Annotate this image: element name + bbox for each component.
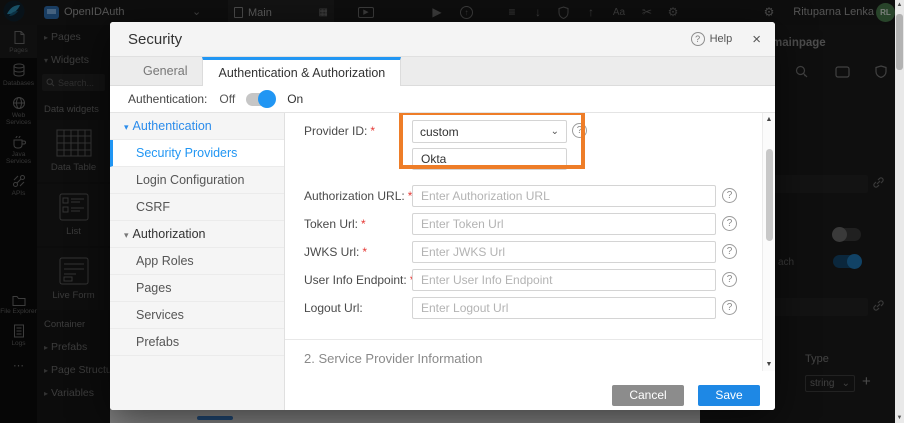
- nav-item-login-configuration[interactable]: Login Configuration: [110, 167, 284, 194]
- user-info-endpoint-input[interactable]: [412, 269, 716, 291]
- provider-form: Provider ID:* custom ⌄ ? Authorization U…: [285, 113, 775, 410]
- nav-group-authorization[interactable]: ▾Authorization: [110, 221, 284, 248]
- logout-url-label: Logout Url:: [304, 301, 366, 315]
- toggle-off-label: Off: [219, 92, 235, 106]
- authorization-url-help-icon[interactable]: ?: [722, 188, 737, 203]
- form-scrollbar[interactable]: ▲ ▼: [762, 113, 775, 371]
- scrollbar-thumb[interactable]: [766, 149, 773, 241]
- logout-url-input[interactable]: [412, 297, 716, 319]
- provider-id-select[interactable]: custom ⌄: [412, 120, 567, 143]
- dialog-header: Security ? Help ×: [110, 22, 775, 57]
- help-question-icon: ?: [691, 32, 705, 46]
- user-info-endpoint-label: User Info Endpoint:*: [304, 273, 414, 287]
- token-url-input[interactable]: [412, 213, 716, 235]
- jwks-url-help-icon[interactable]: ?: [722, 244, 737, 259]
- authentication-toggle-row: Authentication: Off On: [110, 86, 775, 112]
- tab-general[interactable]: General: [128, 57, 202, 85]
- token-url-label: Token Url:*: [304, 217, 366, 231]
- jwks-url-input[interactable]: [412, 241, 716, 263]
- security-dialog: Security ? Help × General Authentication…: [110, 22, 775, 410]
- service-provider-section-header: 2. Service Provider Information: [304, 351, 482, 366]
- help-button[interactable]: ? Help: [691, 32, 733, 46]
- scroll-up-icon[interactable]: ▲: [763, 116, 775, 123]
- cancel-button[interactable]: Cancel: [612, 385, 684, 406]
- scrollbar-thumb[interactable]: [896, 14, 903, 70]
- authorization-url-label: Authorization URL:*: [304, 189, 412, 203]
- scroll-down-icon[interactable]: ▼: [763, 361, 775, 368]
- close-icon[interactable]: ×: [752, 31, 761, 48]
- save-button[interactable]: Save: [698, 385, 760, 406]
- page-scrollbar[interactable]: ▲ ▼: [895, 0, 904, 423]
- nav-group-authentication[interactable]: ▾Authentication: [110, 113, 284, 140]
- logout-url-help-icon[interactable]: ?: [722, 300, 737, 315]
- jwks-url-label: JWKS Url:*: [304, 245, 367, 259]
- caret-down-icon: ▾: [124, 230, 129, 240]
- nav-item-pages[interactable]: Pages: [110, 275, 284, 302]
- toggle-knob: [258, 90, 276, 108]
- app-screen: OpenIDAuth ⌄ Main ▦ ▶ ▶ ↑ ≡ ↓ ↑ Aa ✂ ⚙ ⚙…: [0, 0, 904, 423]
- scroll-down-icon[interactable]: ▼: [895, 415, 904, 421]
- provider-name-input[interactable]: [412, 148, 567, 170]
- authentication-toggle[interactable]: [246, 93, 273, 106]
- authorization-url-input[interactable]: [412, 185, 716, 207]
- required-asterisk: *: [370, 124, 375, 138]
- nav-item-services[interactable]: Services: [110, 302, 284, 329]
- nav-item-security-providers[interactable]: Security Providers: [110, 140, 284, 167]
- nav-item-csrf[interactable]: CSRF: [110, 194, 284, 221]
- dialog-title: Security: [128, 31, 691, 48]
- token-url-help-icon[interactable]: ?: [722, 216, 737, 231]
- chevron-down-icon: ⌄: [551, 126, 559, 137]
- nav-item-prefabs[interactable]: Prefabs: [110, 329, 284, 356]
- scroll-up-icon[interactable]: ▲: [895, 2, 904, 8]
- authentication-label: Authentication:: [128, 92, 207, 106]
- section-divider: [285, 339, 762, 340]
- tab-authentication-authorization[interactable]: Authentication & Authorization: [202, 57, 401, 86]
- dialog-tabs: General Authentication & Authorization: [110, 57, 775, 86]
- nav-item-app-roles[interactable]: App Roles: [110, 248, 284, 275]
- caret-down-icon: ▾: [124, 122, 129, 132]
- provider-id-help-icon[interactable]: ?: [572, 123, 587, 138]
- user-info-endpoint-help-icon[interactable]: ?: [722, 272, 737, 287]
- toggle-on-label: On: [287, 92, 303, 106]
- dialog-body: ▾Authentication Security Providers Login…: [110, 112, 775, 410]
- security-nav: ▾Authentication Security Providers Login…: [110, 113, 285, 410]
- provider-id-label: Provider ID:*: [304, 124, 375, 138]
